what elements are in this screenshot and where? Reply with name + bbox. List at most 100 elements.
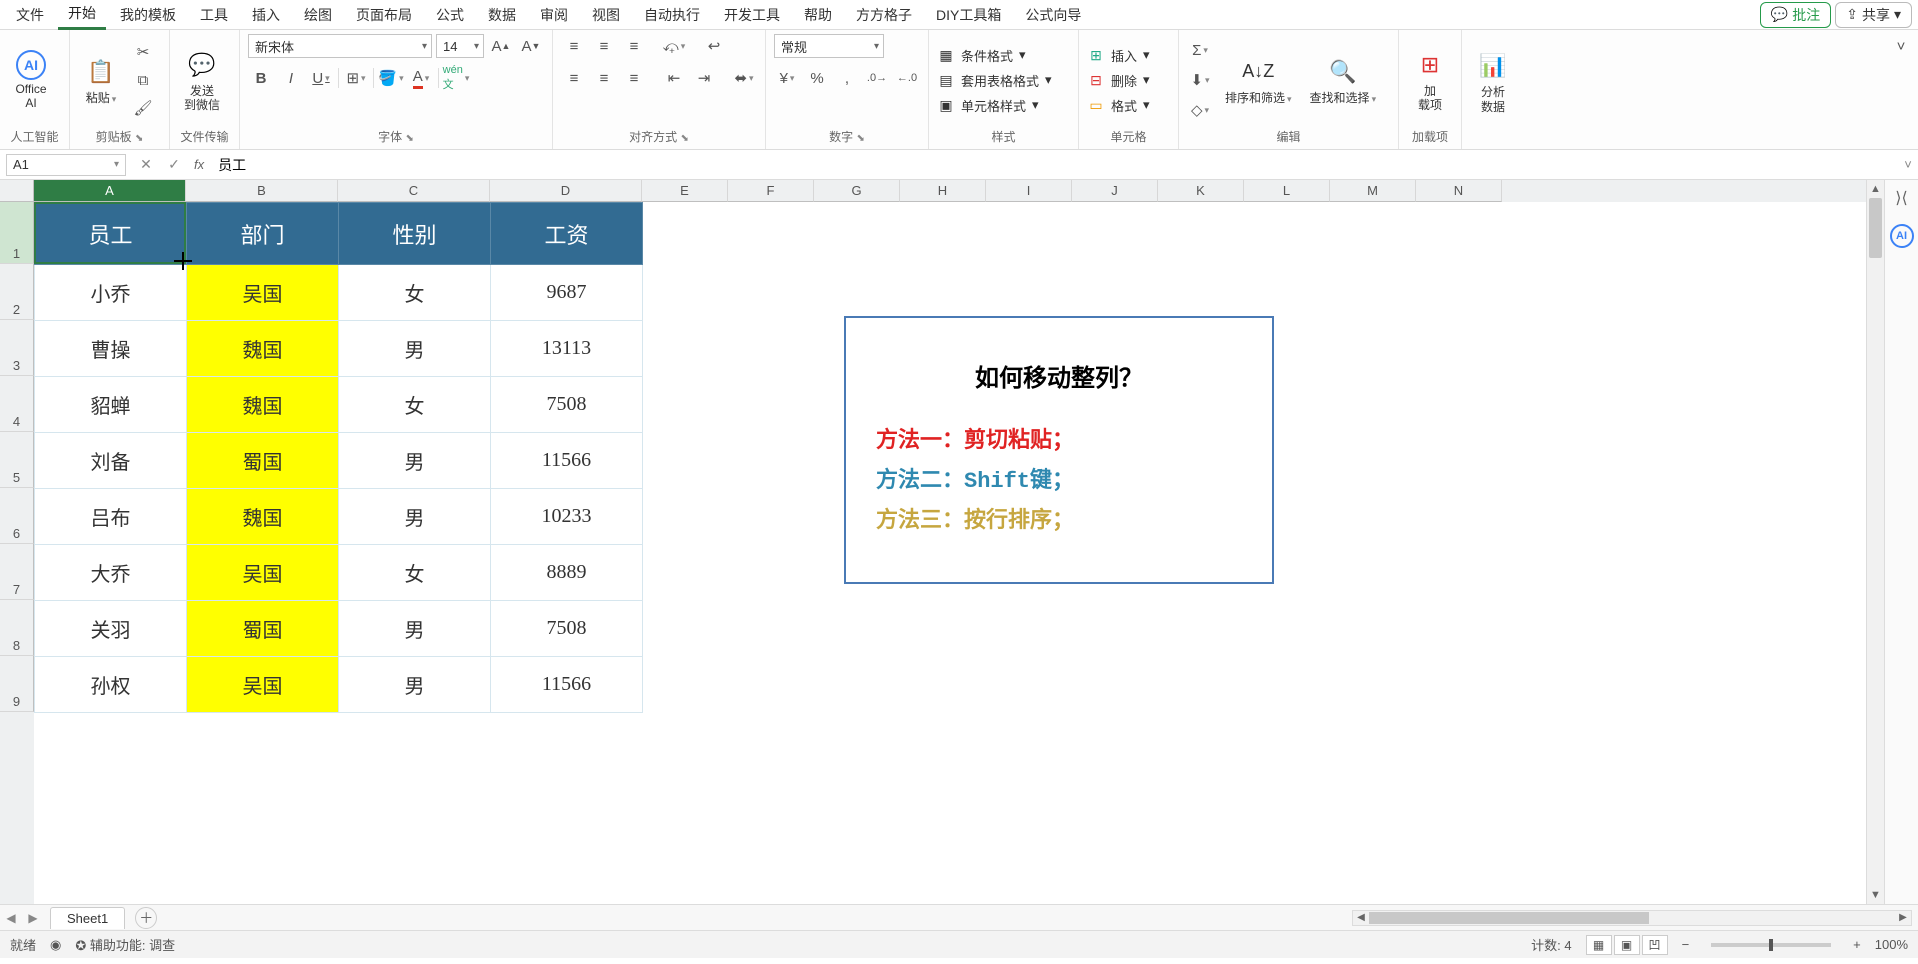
currency-button[interactable]: ¥ — [774, 66, 800, 90]
autosum-button[interactable]: Σ — [1187, 38, 1213, 62]
data-cell[interactable]: 7508 — [491, 601, 643, 657]
col-header-E[interactable]: E — [642, 180, 728, 202]
increase-indent-button[interactable]: ⇥ — [691, 66, 717, 90]
view-page-layout-button[interactable]: ▣ — [1614, 935, 1640, 955]
send-wechat-button[interactable]: 💬 发送到微信 — [178, 46, 226, 115]
menu-diy[interactable]: DIY工具箱 — [926, 1, 1011, 29]
collapse-ribbon-button[interactable]: ˅ — [1888, 34, 1914, 58]
sheet-nav-next[interactable]: ▶ — [22, 908, 44, 928]
col-header-H[interactable]: H — [900, 180, 986, 202]
menu-home[interactable]: 开始 — [58, 0, 106, 30]
fx-icon[interactable]: fx — [188, 157, 210, 172]
italic-button[interactable]: I — [278, 66, 304, 90]
decrease-indent-button[interactable]: ⇤ — [661, 66, 687, 90]
col-header-I[interactable]: I — [986, 180, 1072, 202]
data-cell[interactable]: 魏国 — [187, 489, 339, 545]
underline-button[interactable]: U — [308, 66, 334, 90]
menu-review[interactable]: 审阅 — [530, 1, 578, 29]
macro-record-icon[interactable]: ◉ — [50, 937, 61, 953]
data-cell[interactable]: 10233 — [491, 489, 643, 545]
row-header-7[interactable]: 7 — [0, 544, 34, 600]
data-cell[interactable]: 女 — [339, 377, 491, 433]
row-header-5[interactable]: 5 — [0, 432, 34, 488]
data-cell[interactable]: 男 — [339, 657, 491, 713]
data-cell[interactable]: 8889 — [491, 545, 643, 601]
data-cell[interactable]: 蜀国 — [187, 601, 339, 657]
data-cell[interactable]: 7508 — [491, 377, 643, 433]
comma-button[interactable]: , — [834, 66, 860, 90]
header-cell[interactable]: 工资 — [491, 203, 643, 265]
col-header-A[interactable]: A — [34, 180, 186, 202]
collapse-rail-button[interactable]: ⟩⟨ — [1890, 186, 1914, 210]
format-painter-button[interactable]: 🖌 — [130, 96, 156, 120]
menu-formula-guide[interactable]: 公式向导 — [1015, 1, 1091, 29]
delete-cells-button[interactable]: ⊟删除 ▾ — [1087, 71, 1150, 90]
data-cell[interactable]: 女 — [339, 265, 491, 321]
cell-style-button[interactable]: ▣单元格样式 ▾ — [937, 96, 1052, 115]
decrease-decimal-button[interactable]: ←.0 — [894, 66, 920, 90]
sheet-nav-prev[interactable]: ◀ — [0, 908, 22, 928]
row-header-8[interactable]: 8 — [0, 600, 34, 656]
addins-button[interactable]: ⊞ 加 载项 — [1407, 46, 1453, 115]
confirm-edit-button[interactable]: ✓ — [160, 154, 188, 176]
worksheet-grid[interactable]: ABCDEFGHIJKLMN 123456789 员工部门性别工资小乔吴国女96… — [0, 180, 1884, 904]
data-cell[interactable]: 吴国 — [187, 545, 339, 601]
data-cell[interactable]: 吕布 — [35, 489, 187, 545]
align-right-button[interactable]: ≡ — [621, 66, 647, 90]
align-left-button[interactable]: ≡ — [561, 66, 587, 90]
view-page-break-button[interactable]: 凹 — [1642, 935, 1668, 955]
col-header-L[interactable]: L — [1244, 180, 1330, 202]
hscroll-thumb[interactable] — [1369, 912, 1649, 924]
header-cell[interactable]: 部门 — [187, 203, 339, 265]
col-header-J[interactable]: J — [1072, 180, 1158, 202]
office-ai-button[interactable]: AI OfficeAI — [8, 48, 54, 113]
menu-draw[interactable]: 绘图 — [294, 1, 342, 29]
menu-file[interactable]: 文件 — [6, 1, 54, 29]
font-size-combo[interactable]: 14 — [436, 34, 484, 58]
data-cell[interactable]: 吴国 — [187, 265, 339, 321]
data-cell[interactable]: 大乔 — [35, 545, 187, 601]
find-select-button[interactable]: 🔍 查找和选择 — [1304, 53, 1383, 107]
menu-view[interactable]: 视图 — [582, 1, 630, 29]
paste-button[interactable]: 📋 粘贴 — [78, 53, 124, 107]
menu-tools[interactable]: 工具 — [190, 1, 238, 29]
row-header-9[interactable]: 9 — [0, 656, 34, 712]
number-launcher[interactable]: ⬊ — [856, 133, 864, 144]
annotate-button[interactable]: 💬 批注 — [1760, 2, 1831, 28]
data-cell[interactable]: 男 — [339, 433, 491, 489]
increase-decimal-button[interactable]: .0→ — [864, 66, 890, 90]
data-cell[interactable]: 孙权 — [35, 657, 187, 713]
row-header-2[interactable]: 2 — [0, 264, 34, 320]
share-button[interactable]: ⇪ 共享 ▾ — [1835, 2, 1912, 28]
row-header-1[interactable]: 1 — [0, 202, 34, 264]
sheet-tab-active[interactable]: Sheet1 — [50, 907, 125, 929]
data-cell[interactable]: 貂蝉 — [35, 377, 187, 433]
align-launcher[interactable]: ⬊ — [680, 133, 688, 144]
font-launcher[interactable]: ⬊ — [405, 133, 413, 144]
expand-formula-bar-button[interactable]: ˅ — [1898, 157, 1918, 172]
header-cell[interactable]: 员工 — [35, 203, 187, 265]
formula-input[interactable] — [210, 154, 1898, 176]
scroll-up-button[interactable]: ▲ — [1867, 180, 1884, 198]
menu-templates[interactable]: 我的模板 — [110, 1, 186, 29]
col-header-G[interactable]: G — [814, 180, 900, 202]
col-header-B[interactable]: B — [186, 180, 338, 202]
data-cell[interactable]: 男 — [339, 321, 491, 377]
bold-button[interactable]: B — [248, 66, 274, 90]
row-header-4[interactable]: 4 — [0, 376, 34, 432]
data-cell[interactable]: 曹操 — [35, 321, 187, 377]
number-format-combo[interactable]: 常规 — [774, 34, 884, 58]
col-header-M[interactable]: M — [1330, 180, 1416, 202]
data-cell[interactable]: 魏国 — [187, 377, 339, 433]
data-cell[interactable]: 女 — [339, 545, 491, 601]
font-name-combo[interactable]: 新宋体 — [248, 34, 432, 58]
menu-developer[interactable]: 开发工具 — [714, 1, 790, 29]
row-header-6[interactable]: 6 — [0, 488, 34, 544]
menu-page-layout[interactable]: 页面布局 — [346, 1, 422, 29]
data-cell[interactable]: 11566 — [491, 657, 643, 713]
align-center-button[interactable]: ≡ — [591, 66, 617, 90]
hscroll-left-button[interactable]: ◀ — [1353, 911, 1369, 925]
data-cell[interactable]: 男 — [339, 489, 491, 545]
font-color-button[interactable]: A — [408, 66, 434, 90]
menu-data[interactable]: 数据 — [478, 1, 526, 29]
